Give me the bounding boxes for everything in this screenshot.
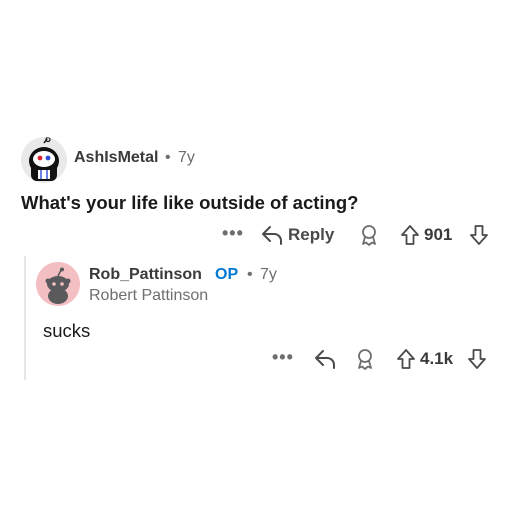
more-options-button[interactable]: •••: [222, 223, 244, 244]
vote-score: 901: [424, 225, 453, 244]
meta-separator: •: [165, 149, 171, 166]
downvote-arrow-icon[interactable]: [468, 223, 490, 247]
reply-button[interactable]: Reply: [288, 225, 334, 245]
award-icon[interactable]: [353, 347, 377, 371]
reply-author[interactable]: Rob_Pattinson: [89, 266, 202, 284]
vote-score: 4.1k: [420, 349, 454, 368]
user-flair: Robert Pattinson: [89, 287, 209, 304]
award-icon[interactable]: [357, 223, 381, 247]
comment-author[interactable]: AshIsMetal: [74, 149, 158, 167]
comment-body: What's your life like outside of acting?: [21, 192, 359, 213]
avatar-ashismetal[interactable]: [21, 137, 67, 183]
upvote-arrow-icon[interactable]: [399, 223, 421, 247]
reply-arrow-icon[interactable]: [260, 224, 284, 246]
reply-arrow-icon[interactable]: [313, 348, 337, 370]
avatar-rob-pattinson[interactable]: [36, 262, 80, 306]
downvote-arrow-icon[interactable]: [466, 347, 488, 371]
meta-separator: •: [247, 266, 253, 283]
comment-age[interactable]: 7y: [178, 149, 195, 167]
thread-line[interactable]: [24, 256, 26, 380]
reply-body: sucks: [43, 320, 91, 341]
op-badge: OP: [215, 266, 239, 283]
reply-age[interactable]: 7y: [260, 266, 277, 284]
more-options-button[interactable]: •••: [272, 347, 294, 368]
upvote-arrow-icon[interactable]: [395, 347, 417, 371]
